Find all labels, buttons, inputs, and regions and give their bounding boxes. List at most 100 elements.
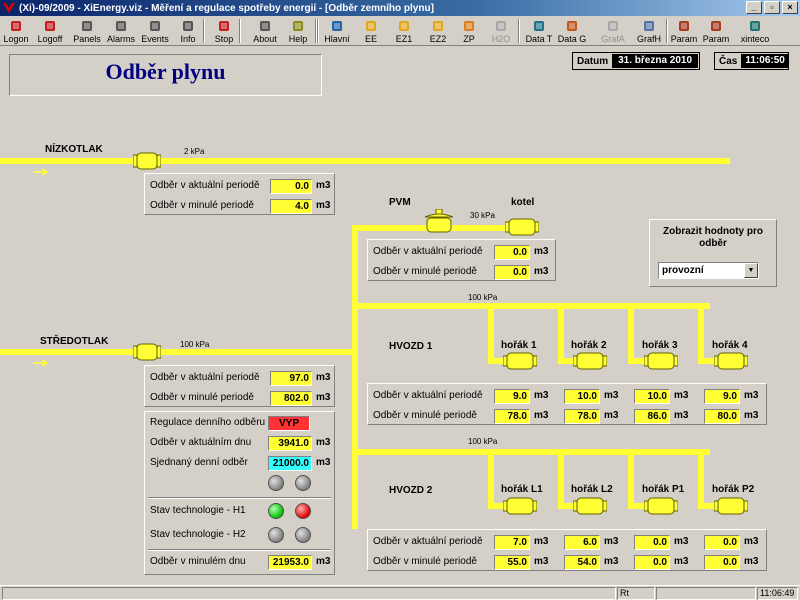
den-odber-value: 3941.0: [268, 436, 312, 451]
toolbar-button-label: About: [253, 34, 277, 44]
valve-icon: [133, 343, 161, 361]
unit-label: m3: [316, 392, 331, 403]
toolbar-button-ez2[interactable]: EZ2: [424, 17, 452, 45]
unit-label: m3: [316, 372, 331, 383]
flow-arrow-icon: [33, 360, 49, 366]
burner-label: hořák P2: [712, 484, 755, 495]
lightning-icon: [433, 21, 443, 31]
toolbar-button-param[interactable]: Param: [670, 17, 698, 45]
toolbar-button-logoff[interactable]: Logoff: [34, 17, 66, 45]
unit-label: m3: [674, 536, 689, 547]
row-label: Odběr v aktuální periodě: [373, 246, 483, 257]
toolbar-separator: [666, 19, 668, 43]
toolbar-button-panels[interactable]: Panels: [72, 17, 102, 45]
status-time: 11:06:49: [757, 587, 798, 600]
info-icon: [183, 21, 193, 31]
unit-label: m3: [316, 200, 331, 211]
events-icon: [150, 21, 160, 31]
burner-label: hořák P1: [642, 484, 685, 495]
burner-min-value: 80.0: [704, 409, 740, 424]
pressure-regulator-icon: [424, 209, 454, 233]
minimize-button[interactable]: _: [746, 1, 762, 14]
row-label: Odběr v minulé periodě: [373, 410, 477, 421]
stop-icon: [219, 21, 229, 31]
toolbar-button-ez1[interactable]: EZ1: [390, 17, 418, 45]
flow-arrow-icon: [33, 169, 49, 175]
display-mode-value: provozní: [662, 265, 704, 276]
h2-status-lamp: [268, 527, 284, 543]
regulace-state-button[interactable]: VYP: [268, 416, 310, 431]
burner-label: hořák 3: [642, 340, 678, 351]
sjednany-value[interactable]: 21000.0: [268, 456, 312, 471]
home-icon: [332, 21, 342, 31]
toolbar-button-label: Hlavní: [324, 34, 350, 44]
unit-label: m3: [534, 536, 549, 547]
burner-icon: [714, 352, 748, 370]
toolbar-button-alarms[interactable]: Alarms: [106, 17, 136, 45]
unit-label: m3: [604, 410, 619, 421]
toolbar-button-grafa[interactable]: GrafA: [598, 17, 628, 45]
pipe-branch: [628, 449, 634, 509]
close-button[interactable]: ×: [782, 1, 798, 14]
toolbar-button-about[interactable]: About: [250, 17, 280, 45]
unit-label: m3: [744, 410, 759, 421]
page-title-box: Odběr plynu: [9, 54, 322, 96]
value-display: 0.0: [494, 265, 530, 280]
toolbar-button-stop[interactable]: Stop: [212, 17, 236, 45]
burner-min-value: 0.0: [704, 555, 740, 570]
unit-label: m3: [316, 457, 331, 468]
time-value: 11:06:50: [741, 54, 789, 68]
display-mode-select[interactable]: provozní ▼: [658, 262, 759, 279]
toolbar-button-param[interactable]: Param: [702, 17, 730, 45]
pvm-label: PVM: [389, 197, 411, 208]
unit-label: m3: [534, 246, 549, 257]
unit-label: m3: [316, 437, 331, 448]
toolbar-button-info[interactable]: Info: [176, 17, 200, 45]
toolbar-button-data-g[interactable]: Data G: [556, 17, 588, 45]
tools-icon: [711, 21, 721, 31]
date-label: Datum: [577, 55, 609, 67]
unit-label: m3: [674, 410, 689, 421]
toolbar-button-logon[interactable]: Logon: [2, 17, 30, 45]
toolbar-button-label: ZP: [463, 34, 475, 44]
burner-icon: [503, 497, 537, 515]
toolbar-button-hlavní[interactable]: Hlavní: [322, 17, 352, 45]
page-title: Odběr plynu: [105, 59, 226, 84]
toolbar-button-grafh[interactable]: GrafH: [634, 17, 664, 45]
value-display: 4.0: [270, 199, 312, 214]
lightning-icon: [399, 21, 409, 31]
unit-label: m3: [604, 390, 619, 401]
maximize-button[interactable]: ▫: [764, 1, 780, 14]
toolbar-button-data-t[interactable]: Data T: [524, 17, 554, 45]
toolbar-button-label: EZ1: [395, 34, 413, 44]
toolbar-button-ee[interactable]: EE: [360, 17, 382, 45]
toolbar-button-label: H2O: [491, 34, 511, 44]
toolbar-button-xinteco[interactable]: xinteco: [738, 17, 772, 45]
app-logo-icon: [3, 3, 15, 13]
graph-icon: [644, 21, 654, 31]
burner-akt-value: 7.0: [494, 535, 530, 550]
toolbar-button-help[interactable]: Help: [284, 17, 312, 45]
unit-label: m3: [316, 180, 331, 191]
panels-icon: [82, 21, 92, 31]
unit-label: m3: [534, 390, 549, 401]
unit-label: m3: [744, 536, 759, 547]
toolbar-button-h2o[interactable]: H2O: [488, 17, 514, 45]
pipe-branch: [558, 449, 564, 509]
toolbar-button-zp[interactable]: ZP: [458, 17, 480, 45]
chevron-down-icon[interactable]: ▼: [744, 263, 758, 278]
lamp-indicator: [295, 475, 311, 491]
toolbar-button-events[interactable]: Events: [138, 17, 172, 45]
row-label: Odběr v aktuální periodě: [150, 180, 260, 191]
burner-min-value: 78.0: [564, 409, 600, 424]
toolbar-separator: [239, 19, 241, 43]
data-table-icon: [534, 21, 544, 31]
burner-icon: [644, 352, 678, 370]
toolbar: Logon Logoff Panels Alarms Events Info Stop Abo…: [0, 16, 800, 46]
h1-label: Stav technologie - H1: [150, 505, 246, 516]
burner-akt-value: 6.0: [564, 535, 600, 550]
toolbar-button-label: Param: [670, 34, 698, 44]
window-titlebar: (Xi)-09/2009 - XiEnergy.viz - Měření a r…: [0, 0, 800, 16]
stredotlak-label: STŘEDOTLAK: [40, 336, 109, 347]
pipe-branch: [488, 303, 494, 364]
